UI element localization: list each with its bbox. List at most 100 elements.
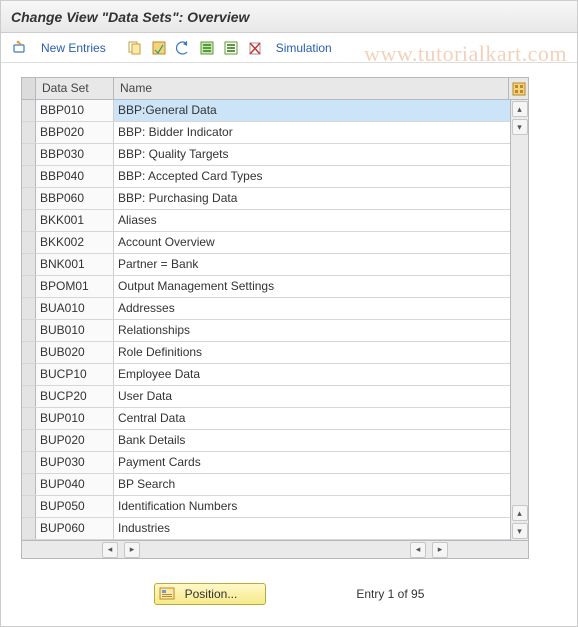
cell-dataset[interactable]: BNK001 (36, 254, 114, 275)
cell-name[interactable]: BBP: Quality Targets (114, 144, 510, 165)
cell-name[interactable]: Addresses (114, 298, 510, 319)
scroll-first-icon[interactable]: ◂ (102, 542, 118, 558)
scroll-left-icon[interactable]: ▸ (124, 542, 140, 558)
row-selector[interactable] (22, 320, 36, 341)
deselect-all-icon[interactable] (222, 39, 240, 57)
cell-dataset[interactable]: BBP010 (36, 100, 114, 121)
cell-dataset[interactable]: BUB010 (36, 320, 114, 341)
simulation-button[interactable]: Simulation (270, 41, 338, 55)
row-selector[interactable] (22, 232, 36, 253)
table-row[interactable]: BUP020Bank Details (22, 430, 510, 452)
col-header-name[interactable]: Name (114, 78, 508, 99)
cell-dataset[interactable]: BUB020 (36, 342, 114, 363)
cell-name[interactable]: Central Data (114, 408, 510, 429)
save-variant-icon[interactable] (150, 39, 168, 57)
scroll-up-icon[interactable]: ▾ (512, 119, 528, 135)
row-selector[interactable] (22, 408, 36, 429)
cell-name[interactable]: Account Overview (114, 232, 510, 253)
copy-icon[interactable] (126, 39, 144, 57)
row-selector[interactable] (22, 386, 36, 407)
cell-dataset[interactable]: BBP060 (36, 188, 114, 209)
cell-dataset[interactable]: BKK001 (36, 210, 114, 231)
cell-name[interactable]: BBP: Purchasing Data (114, 188, 510, 209)
cell-dataset[interactable]: BBP020 (36, 122, 114, 143)
cell-name[interactable]: BBP:General Data (114, 100, 510, 121)
cell-name[interactable]: BBP: Bidder Indicator (114, 122, 510, 143)
cell-dataset[interactable]: BPOM01 (36, 276, 114, 297)
cell-dataset[interactable]: BBP040 (36, 166, 114, 187)
cell-name[interactable]: BBP: Accepted Card Types (114, 166, 510, 187)
cell-name[interactable]: Identification Numbers (114, 496, 510, 517)
cell-dataset[interactable]: BUCP20 (36, 386, 114, 407)
table-row[interactable]: BBP010BBP:General Data (22, 100, 510, 122)
row-selector[interactable] (22, 122, 36, 143)
row-selector[interactable] (22, 518, 36, 539)
cell-dataset[interactable]: BUP020 (36, 430, 114, 451)
row-selector[interactable] (22, 430, 36, 451)
scroll-right-icon[interactable]: ◂ (410, 542, 426, 558)
cell-name[interactable]: Payment Cards (114, 452, 510, 473)
table-config-button[interactable] (508, 78, 528, 99)
cell-dataset[interactable]: BUP030 (36, 452, 114, 473)
toggle-icon[interactable] (11, 39, 29, 57)
cell-dataset[interactable]: BUA010 (36, 298, 114, 319)
scroll-track[interactable] (513, 137, 527, 503)
row-selector[interactable] (22, 210, 36, 231)
row-selector[interactable] (22, 496, 36, 517)
row-selector[interactable] (22, 144, 36, 165)
cell-name[interactable]: Aliases (114, 210, 510, 231)
row-selector[interactable] (22, 276, 36, 297)
table-row[interactable]: BUP030Payment Cards (22, 452, 510, 474)
scroll-top-icon[interactable]: ▴ (512, 101, 528, 117)
horizontal-scrollbar[interactable]: ◂ ▸ ◂ ▸ (22, 540, 528, 558)
cell-name[interactable]: Role Definitions (114, 342, 510, 363)
table-row[interactable]: BBP030BBP: Quality Targets (22, 144, 510, 166)
cell-dataset[interactable]: BKK002 (36, 232, 114, 253)
cell-name[interactable]: Employee Data (114, 364, 510, 385)
scroll-bottom-icon[interactable]: ▾ (512, 523, 528, 539)
row-selector[interactable] (22, 298, 36, 319)
table-row[interactable]: BKK001Aliases (22, 210, 510, 232)
table-row[interactable]: BPOM01Output Management Settings (22, 276, 510, 298)
cell-name[interactable]: Bank Details (114, 430, 510, 451)
delete-icon[interactable] (246, 39, 264, 57)
table-row[interactable]: BNK001Partner = Bank (22, 254, 510, 276)
table-row[interactable]: BUP060Industries (22, 518, 510, 540)
cell-name[interactable]: Industries (114, 518, 510, 539)
position-button[interactable]: Position... (154, 583, 267, 605)
row-selector[interactable] (22, 342, 36, 363)
table-row[interactable]: BUB020Role Definitions (22, 342, 510, 364)
col-header-dataset[interactable]: Data Set (36, 78, 114, 99)
row-selector[interactable] (22, 254, 36, 275)
undo-icon[interactable] (174, 39, 192, 57)
table-row[interactable]: BUCP10Employee Data (22, 364, 510, 386)
table-row[interactable]: BUB010Relationships (22, 320, 510, 342)
new-entries-button[interactable]: New Entries (35, 41, 112, 55)
cell-name[interactable]: Output Management Settings (114, 276, 510, 297)
row-selector[interactable] (22, 452, 36, 473)
cell-name[interactable]: Relationships (114, 320, 510, 341)
vertical-scrollbar[interactable]: ▴ ▾ ▴ ▾ (510, 100, 528, 540)
select-all-rows[interactable] (22, 78, 36, 99)
cell-dataset[interactable]: BUP010 (36, 408, 114, 429)
row-selector[interactable] (22, 100, 36, 121)
table-row[interactable]: BBP060BBP: Purchasing Data (22, 188, 510, 210)
row-selector[interactable] (22, 474, 36, 495)
table-row[interactable]: BUA010Addresses (22, 298, 510, 320)
table-row[interactable]: BUP010Central Data (22, 408, 510, 430)
scroll-down-icon[interactable]: ▴ (512, 505, 528, 521)
cell-dataset[interactable]: BUCP10 (36, 364, 114, 385)
table-row[interactable]: BUP050Identification Numbers (22, 496, 510, 518)
cell-name[interactable]: BP Search (114, 474, 510, 495)
row-selector[interactable] (22, 188, 36, 209)
select-all-icon[interactable] (198, 39, 216, 57)
cell-dataset[interactable]: BUP040 (36, 474, 114, 495)
cell-dataset[interactable]: BUP050 (36, 496, 114, 517)
row-selector[interactable] (22, 364, 36, 385)
cell-dataset[interactable]: BBP030 (36, 144, 114, 165)
table-row[interactable]: BUCP20User Data (22, 386, 510, 408)
scroll-last-icon[interactable]: ▸ (432, 542, 448, 558)
row-selector[interactable] (22, 166, 36, 187)
cell-name[interactable]: Partner = Bank (114, 254, 510, 275)
table-row[interactable]: BBP020BBP: Bidder Indicator (22, 122, 510, 144)
